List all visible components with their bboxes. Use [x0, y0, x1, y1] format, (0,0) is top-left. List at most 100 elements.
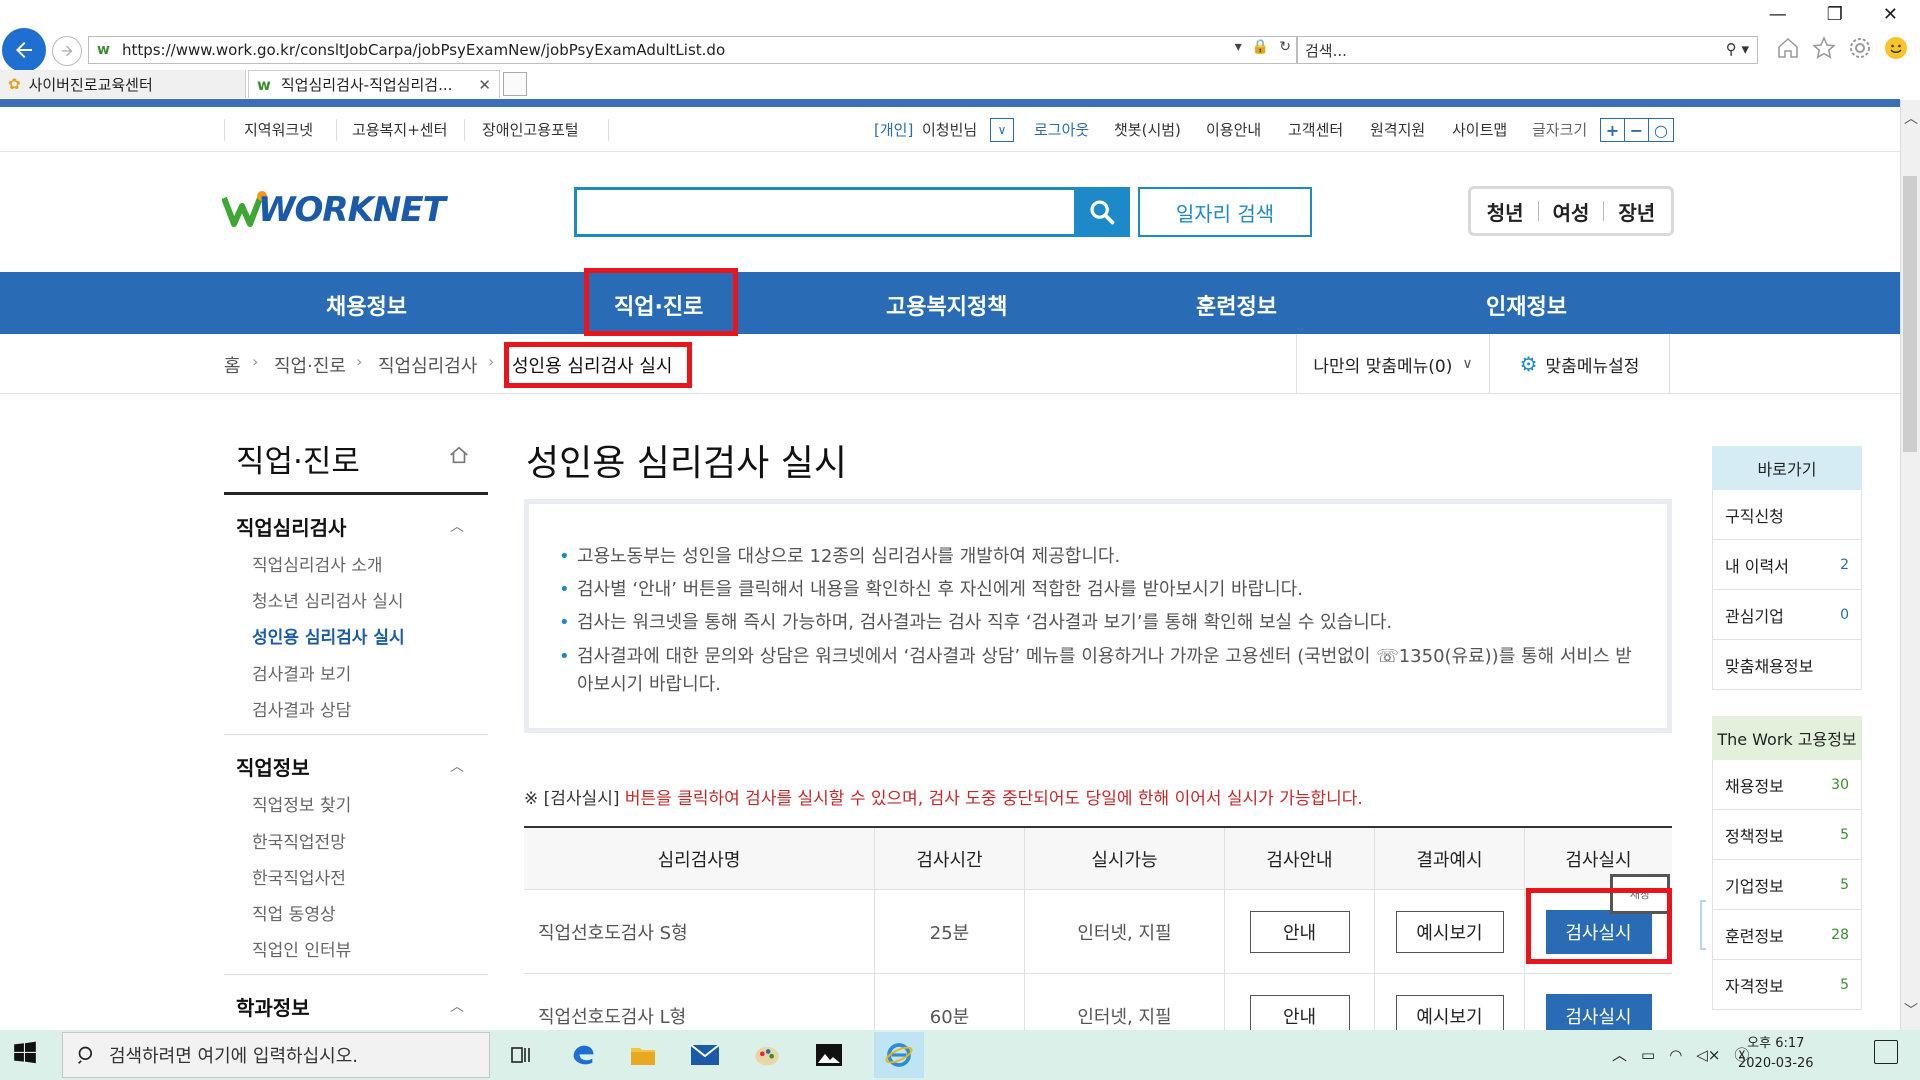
scroll-thumb[interactable] [1903, 176, 1917, 452]
highlight-run-button [1526, 888, 1672, 964]
home-icon[interactable] [1776, 36, 1800, 60]
lnb-group-job[interactable]: 직업정보 [236, 752, 310, 781]
util-link-local[interactable]: 지역워크넷 [244, 119, 313, 140]
tab-close-icon[interactable]: ✕ [478, 76, 491, 94]
lnb-item-psy-intro[interactable]: 직업심리검사 소개 [252, 551, 383, 576]
lnb-group-major[interactable]: 학과정보 [236, 992, 310, 1021]
taskbar-clock[interactable]: 오후 6:17 2020-03-26 [1738, 1034, 1814, 1074]
quick-item-resume[interactable]: 내 이력서 2 [1712, 540, 1862, 590]
close-icon[interactable]: ✕ [1883, 4, 1898, 25]
logout-link[interactable]: 로그아웃 [1034, 119, 1089, 140]
worknet-logo[interactable]: WORKNET [222, 190, 446, 230]
star-icon[interactable] [1812, 36, 1836, 60]
quick-item-company-info[interactable]: 기업정보 5 [1712, 860, 1862, 910]
tab-women[interactable]: 여성 [1553, 197, 1590, 226]
lnb-item-job-dict[interactable]: 한국직업사전 [252, 864, 346, 889]
quick-item-license[interactable]: 자격정보 5 [1712, 960, 1862, 1010]
customer-center-link[interactable]: 고객센터 [1288, 119, 1343, 140]
quick-item-recruit[interactable]: 채용정보 30 [1712, 760, 1862, 810]
wifi-icon[interactable]: ◠ [1669, 1046, 1682, 1064]
browser-tab-cyber[interactable]: ✿ 사이버진로교육센터 [0, 70, 246, 98]
scroll-up-icon[interactable]: ︿ [1904, 108, 1918, 128]
my-custom-menu[interactable]: 나만의 맞춤메뉴(0) ∨ [1296, 334, 1490, 394]
taskbar-search-input[interactable]: 검색하려면 여기에 입력하십시오. [62, 1032, 490, 1078]
lnb-item-job-outlook[interactable]: 한국직업전망 [252, 828, 346, 853]
photos-icon[interactable] [812, 1038, 846, 1072]
chevron-up-icon[interactable]: ︿ [450, 516, 464, 536]
volume-icon[interactable]: ◁× [1696, 1046, 1720, 1064]
forward-button[interactable] [52, 36, 82, 66]
browser-tab-worknet[interactable]: ᴡ 직업심리검사-직업심리검... ✕ [248, 70, 500, 98]
gnb-welfare[interactable]: 고용복지정책 [886, 289, 1007, 321]
lnb-item-job-interview[interactable]: 직업인 인터뷰 [252, 936, 351, 961]
job-search-button[interactable]: 일자리 검색 [1138, 187, 1312, 237]
quick-item-matching[interactable]: 맞춤채용정보 [1712, 640, 1862, 690]
font-decrease-button[interactable]: − [1625, 119, 1649, 141]
quick-label: 관심기업 [1725, 606, 1784, 626]
main-search-input[interactable] [574, 187, 1086, 237]
crumb-psy-exam[interactable]: 직업심리검사 [378, 352, 477, 378]
back-button[interactable] [2, 28, 46, 72]
chevron-down-icon[interactable]: ∨ [990, 118, 1014, 142]
tab-senior[interactable]: 장년 [1618, 197, 1655, 226]
file-explorer-icon[interactable] [626, 1038, 660, 1072]
internet-explorer-icon[interactable] [874, 1032, 924, 1078]
main-search-button[interactable] [1074, 187, 1130, 237]
font-size-control: + − ○ [1600, 118, 1674, 142]
chevron-up-icon[interactable]: ︿ [450, 756, 464, 776]
gear-icon: ⚙ [1519, 352, 1538, 376]
lnb-item-result-consult[interactable]: 검사결과 상담 [252, 696, 351, 721]
smiley-icon[interactable] [1884, 36, 1908, 60]
scroll-down-icon[interactable]: ﹀ [1904, 1000, 1918, 1020]
edge-icon[interactable] [566, 1038, 600, 1072]
remote-support-link[interactable]: 원격지원 [1370, 119, 1425, 140]
paint-icon[interactable] [750, 1038, 784, 1072]
example-button[interactable]: 예시보기 [1395, 910, 1504, 953]
task-view-icon[interactable] [504, 1038, 538, 1072]
address-bar[interactable]: ᴡ https://www.work.go.kr/consltJobCarpa/… [88, 36, 1298, 64]
guide-link[interactable]: 이용안내 [1206, 119, 1261, 140]
quick-item-training[interactable]: 훈련정보 28 [1712, 910, 1862, 960]
tab-youth[interactable]: 청년 [1487, 197, 1524, 226]
mail-icon[interactable] [688, 1038, 722, 1072]
lnb-item-result-view[interactable]: 검사결과 보기 [252, 660, 351, 685]
gnb-talent[interactable]: 인재정보 [1486, 289, 1567, 321]
search-icon[interactable]: ⚲ ▾ [1726, 40, 1749, 58]
quick-item-policy[interactable]: 정책정보 5 [1712, 810, 1862, 860]
util-link-welfare[interactable]: 고용복지+센터 [352, 119, 447, 140]
gear-icon[interactable] [1848, 36, 1872, 60]
guide-button[interactable]: 안내 [1249, 910, 1350, 953]
font-reset-button[interactable]: ○ [1649, 119, 1673, 141]
browser-search-box[interactable]: 검색... ⚲ ▾ [1296, 36, 1758, 64]
gnb-recruit[interactable]: 채용정보 [326, 289, 407, 321]
notification-icon[interactable] [1874, 1040, 1898, 1064]
sitemap-link[interactable]: 사이트맵 [1452, 119, 1507, 140]
dropdown-icon[interactable]: ▾ [1235, 39, 1242, 55]
home-icon[interactable] [448, 444, 470, 466]
quick-item-company[interactable]: 관심기업 0 [1712, 590, 1862, 640]
crumb-career[interactable]: 직업·진로 [274, 352, 346, 378]
chevron-up-icon[interactable]: ︿ [450, 996, 464, 1016]
windows-start-icon[interactable] [12, 1040, 38, 1066]
quick-item-apply[interactable]: 구직신청 [1712, 490, 1862, 540]
lnb-item-adult-exam[interactable]: 성인용 심리검사 실시 [252, 623, 405, 648]
quick-label: 훈련정보 [1725, 926, 1784, 946]
notice-text: ※ [검사실시] 버튼을 클릭하여 검사를 실시할 수 있으며, 검사 도중 중… [524, 784, 1363, 809]
new-tab-button[interactable] [503, 72, 527, 96]
refresh-icon[interactable]: ↻ [1279, 39, 1291, 55]
util-link-disabled[interactable]: 장애인고용포털 [482, 119, 579, 140]
crumb-home[interactable]: 홈 [224, 352, 241, 378]
custom-menu-setting[interactable]: ⚙ 맞춤메뉴설정 [1490, 334, 1670, 394]
minimize-icon[interactable]: — [1769, 4, 1787, 25]
gnb-training[interactable]: 훈련정보 [1196, 289, 1277, 321]
battery-icon[interactable]: ▭ [1641, 1046, 1655, 1064]
tray-expand-icon[interactable]: ︿ [1612, 1044, 1627, 1065]
lnb-item-job-video[interactable]: 직업 동영상 [252, 900, 336, 925]
lnb-item-youth-exam[interactable]: 청소년 심리검사 실시 [252, 587, 404, 612]
lnb-item-job-search[interactable]: 직업정보 찾기 [252, 791, 351, 816]
chatbot-link[interactable]: 챗봇(시범) [1114, 119, 1181, 140]
font-increase-button[interactable]: + [1601, 119, 1625, 141]
quick-label: 내 이력서 [1725, 556, 1789, 576]
lnb-group-psy[interactable]: 직업심리검사 [236, 512, 346, 541]
maximize-icon[interactable]: ❐ [1827, 4, 1843, 25]
